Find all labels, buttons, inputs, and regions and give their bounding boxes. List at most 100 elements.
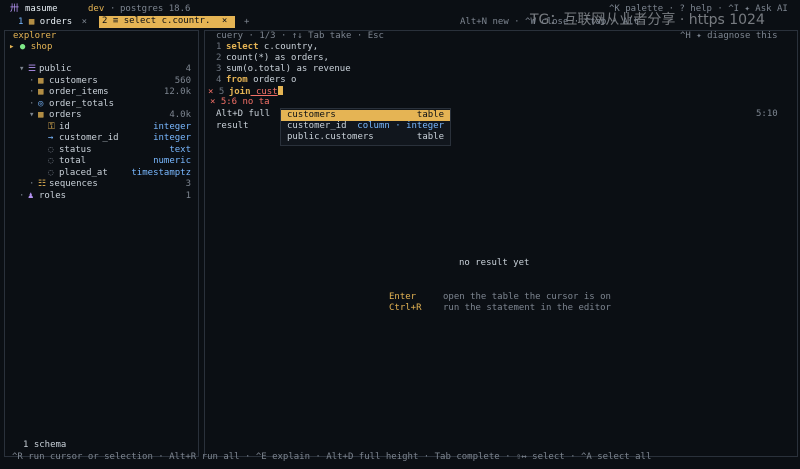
view-icon: ◎: [38, 98, 44, 109]
tree-item-label: customers: [49, 75, 98, 86]
tree-item-orders[interactable]: ▾ ▦ orders 4.0k: [5, 110, 195, 121]
completion-item[interactable]: customer_id column · integer: [281, 121, 450, 132]
tree-item-order-totals[interactable]: · ◎ order_totals: [5, 99, 195, 110]
sequence-icon: ☷: [38, 179, 47, 189]
tree-item-public[interactable]: ▾ ☰ public 4: [5, 64, 195, 75]
tab-number: 1: [18, 17, 24, 27]
tree-item-label: order_totals: [49, 98, 115, 109]
item-count: 560: [174, 75, 191, 86]
completion-item[interactable]: public.customers table: [281, 132, 450, 143]
tree-item-customer-id[interactable]: → customer_id integer: [5, 133, 195, 144]
query-header: cuery · 1/3 · ↑↓ Tab take · Esc: [216, 31, 384, 41]
item-count: 1: [185, 190, 191, 201]
tree-item-label: placed_at: [59, 167, 108, 178]
expand-icon[interactable]: ·: [29, 99, 34, 110]
item-count: 4.0k: [169, 110, 191, 120]
column-type: integer: [153, 121, 191, 132]
tab-bar: 1 ▦ orders × 2 ≡ select c.countr. × + Al…: [0, 16, 800, 29]
expand-icon[interactable]: ·: [29, 76, 34, 87]
column-type: integer: [153, 133, 191, 143]
environment-label: dev: [88, 4, 105, 14]
connection-icon: ●: [19, 42, 26, 52]
table-icon: ▦: [38, 87, 44, 97]
tree-item-id[interactable]: ⚿ id integer: [5, 122, 195, 133]
column-icon: ◌: [48, 167, 54, 178]
diagnose-hint: ^H ✦ diagnose this: [680, 31, 778, 41]
tree-item-sequences[interactable]: · ☷ sequences 3: [5, 179, 195, 190]
code-line: 3 sum(o.total) as revenue: [216, 64, 351, 74]
connection-label: shop: [30, 42, 53, 52]
tree-item-label: public: [39, 64, 72, 74]
tree-item-label: orders: [49, 110, 82, 120]
expand-icon[interactable]: ▾: [29, 110, 34, 121]
code-line: 4 from orders o: [216, 75, 297, 85]
column-type: numeric: [153, 156, 191, 166]
tree-item-label: total: [59, 156, 87, 166]
table-icon: ▦: [38, 110, 44, 120]
item-count: 4: [185, 64, 191, 74]
error-message: × 5:6 no ta: [210, 97, 270, 107]
app-name: masume: [25, 4, 58, 14]
completion-popup: customers table customer_id column · int…: [280, 108, 451, 146]
shortcut-description: run the statement in the editor: [443, 303, 611, 313]
title-bar: 卅 masume dev · postgres 18.6 ^K palette …: [0, 4, 800, 27]
tab-hints: Alt+N new · ^W close · ^tab · Alt+1 go t…: [460, 17, 640, 27]
column-type: timestamptz: [131, 167, 191, 178]
result-label: result: [216, 121, 249, 131]
roles-icon: ♟: [28, 190, 34, 201]
expand-icon[interactable]: ·: [29, 179, 34, 190]
cursor-position: 5:10: [756, 109, 778, 119]
tree-item-label: sequences: [49, 179, 98, 189]
tree-item-status[interactable]: ◌ status text: [5, 145, 195, 156]
shortcut-description: open the table the cursor is on: [443, 292, 611, 302]
code-line: 1 select c.country,: [216, 42, 319, 52]
full-height-hint: Alt+D full: [216, 109, 271, 119]
tab-label: orders: [39, 17, 73, 27]
column-icon: ◌: [48, 156, 54, 166]
key-icon: ⚿: [48, 121, 55, 132]
expand-icon[interactable]: ·: [19, 191, 24, 202]
tab-orders[interactable]: 1 ▦ orders ×: [18, 17, 87, 28]
shortcut-key: Ctrl+R: [389, 303, 422, 313]
item-count: 12.0k: [163, 87, 191, 97]
tree-item-label: order_items: [49, 87, 109, 97]
completion-item[interactable]: customers table: [281, 110, 450, 121]
server-version: postgres 18.6: [120, 4, 191, 14]
item-count: 3: [185, 179, 191, 189]
query-icon: ≡: [112, 16, 119, 26]
expand-icon[interactable]: ▾: [19, 64, 24, 75]
tree-item-label: customer_id: [59, 133, 119, 143]
tree-item-roles[interactable]: · ♟ roles 1: [5, 191, 195, 202]
keybinding-hints: ^R run cursor or selection · Alt+R run a…: [12, 452, 652, 462]
tree-item-customers[interactable]: · ▦ customers 560: [5, 76, 195, 87]
expand-icon[interactable]: ·: [29, 87, 34, 98]
tree-item-placed-at[interactable]: ◌ placed_at timestamptz: [5, 168, 195, 179]
query-editor[interactable]: cuery · 1/3 · ↑↓ Tab take · Esc ^H ✦ dia…: [206, 30, 796, 110]
explorer-panel: explorer ▸ ● shop ▾ ☰ public 4 · ▦ customers 56…: [4, 30, 199, 457]
app-logo-icon: 卅: [10, 4, 20, 14]
error-marker-icon: ×: [208, 87, 214, 97]
tab-label: select c.countr.: [123, 16, 211, 26]
status-bar: ^R run cursor or selection · Alt+R run a…: [0, 452, 800, 464]
shortcut-key: Enter: [389, 292, 417, 302]
close-icon[interactable]: ×: [82, 17, 87, 27]
text-cursor: [277, 86, 283, 95]
tab-query[interactable]: 2 ≡ select c.countr. ×: [99, 16, 235, 28]
connection-item[interactable]: ▸ ● shop: [9, 42, 52, 53]
table-icon: ▦: [38, 75, 44, 86]
column-type: text: [169, 144, 191, 155]
tree-item-total[interactable]: ◌ total numeric: [5, 156, 195, 167]
table-icon: ▦: [28, 17, 35, 27]
empty-result-message: no result yet: [459, 258, 530, 268]
column-icon: ◌: [48, 144, 54, 155]
separator: ·: [110, 4, 116, 14]
tree-item-label: id: [59, 121, 70, 132]
close-icon[interactable]: ×: [222, 16, 227, 26]
tree-item-label: status: [59, 144, 92, 155]
expand-icon: ▸: [9, 42, 15, 52]
foreign-key-icon: →: [48, 133, 54, 143]
database-icon: ☰: [28, 64, 37, 74]
tree-item-order-items[interactable]: · ▦ order_items 12.0k: [5, 87, 195, 98]
new-tab-button[interactable]: +: [244, 17, 249, 28]
code-line: 2 count(*) as orders,: [216, 53, 329, 63]
